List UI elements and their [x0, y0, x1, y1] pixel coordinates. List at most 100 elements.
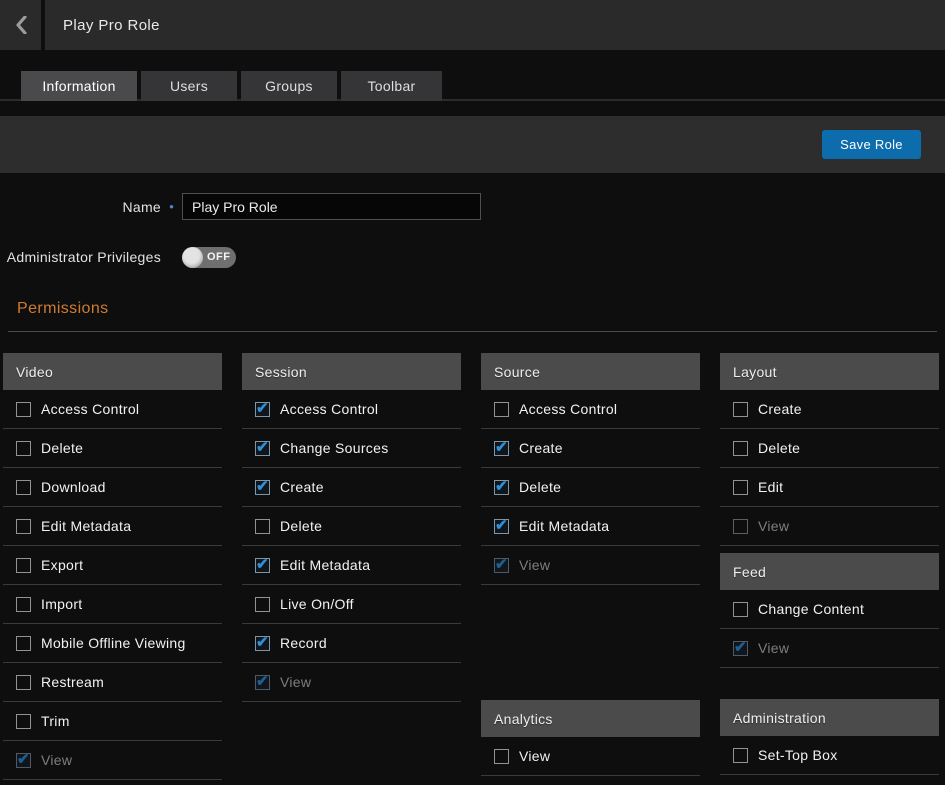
- checked-checkbox: [16, 753, 31, 768]
- checked-checkbox[interactable]: [494, 480, 509, 495]
- tab-users[interactable]: Users: [141, 71, 237, 101]
- unchecked-checkbox[interactable]: [16, 675, 31, 690]
- checked-checkbox[interactable]: [494, 441, 509, 456]
- permission-row: Edit Metadata: [242, 546, 461, 585]
- unchecked-checkbox[interactable]: [733, 748, 748, 763]
- permission-section-layout: LayoutCreateDeleteEditView: [720, 353, 939, 546]
- permission-section-header: Layout: [720, 353, 939, 390]
- permission-row: Access Control: [3, 390, 222, 429]
- unchecked-checkbox[interactable]: [494, 402, 509, 417]
- permission-label: Create: [280, 479, 324, 495]
- name-label: Name: [0, 199, 161, 215]
- permission-row: Edit Metadata: [3, 507, 222, 546]
- role-form: Name • Administrator Privileges OFF: [0, 193, 945, 268]
- permission-row: View: [720, 629, 939, 668]
- permission-label: Record: [280, 635, 327, 651]
- unchecked-checkbox[interactable]: [16, 558, 31, 573]
- permission-label: Restream: [41, 674, 104, 690]
- permission-row: View: [481, 546, 700, 585]
- unchecked-checkbox[interactable]: [16, 636, 31, 651]
- permission-section-header: Feed: [720, 553, 939, 590]
- permission-section-administration: AdministrationSet-Top Box: [720, 699, 939, 775]
- admin-privileges-label: Administrator Privileges: [0, 249, 161, 265]
- unchecked-checkbox[interactable]: [733, 602, 748, 617]
- admin-privileges-toggle[interactable]: OFF: [182, 247, 236, 268]
- permissions-column-session: Session Access Control Change Sources Creat…: [242, 353, 461, 702]
- tab-bar: Information Users Groups Toolbar: [0, 71, 945, 101]
- permissions-columns: Video Access Control Delete Download Edit Me…: [0, 353, 945, 780]
- permissions-column-video: Video Access Control Delete Download Edit Me…: [3, 353, 222, 780]
- permission-row: Create: [720, 390, 939, 429]
- permission-label: View: [41, 752, 72, 768]
- permission-label: Export: [41, 557, 83, 573]
- admin-privileges-row: Administrator Privileges OFF: [0, 246, 945, 268]
- permission-row: Change Content: [720, 590, 939, 629]
- name-input[interactable]: [182, 193, 481, 220]
- name-row: Name •: [0, 193, 945, 220]
- permission-row: Access Control: [242, 390, 461, 429]
- permission-row: Trim: [3, 702, 222, 741]
- permission-label: Create: [519, 440, 563, 456]
- permission-label: View: [519, 557, 550, 573]
- tab-groups[interactable]: Groups: [241, 71, 337, 101]
- chevron-left-icon: [15, 16, 27, 34]
- permission-label: Change Sources: [280, 440, 389, 456]
- checked-checkbox[interactable]: [494, 519, 509, 534]
- permission-label: Delete: [758, 440, 800, 456]
- action-toolbar: Save Role: [0, 116, 945, 173]
- permission-row: Edit Metadata: [481, 507, 700, 546]
- unchecked-checkbox[interactable]: [16, 597, 31, 612]
- permission-row: View: [720, 507, 939, 546]
- permission-label: Import: [41, 596, 82, 612]
- permission-row: View: [3, 741, 222, 780]
- permission-row: Record: [242, 624, 461, 663]
- permission-label: Mobile Offline Viewing: [41, 635, 186, 651]
- unchecked-checkbox[interactable]: [255, 597, 270, 612]
- checked-checkbox[interactable]: [255, 402, 270, 417]
- app-header: Play Pro Role: [0, 0, 945, 50]
- permission-label: View: [758, 640, 789, 656]
- permission-label: Delete: [41, 440, 83, 456]
- checked-checkbox: [494, 558, 509, 573]
- unchecked-checkbox[interactable]: [733, 480, 748, 495]
- save-role-button[interactable]: Save Role: [822, 130, 921, 159]
- permission-label: Trim: [41, 713, 70, 729]
- permission-section-source: SourceAccess ControlCreateDeleteEdit Met…: [481, 353, 700, 585]
- permission-row: Change Sources: [242, 429, 461, 468]
- unchecked-checkbox[interactable]: [494, 749, 509, 764]
- checked-checkbox[interactable]: [255, 441, 270, 456]
- unchecked-checkbox[interactable]: [16, 480, 31, 495]
- unchecked-checkbox[interactable]: [16, 402, 31, 417]
- unchecked-checkbox[interactable]: [16, 714, 31, 729]
- permission-label: Access Control: [280, 401, 378, 417]
- unchecked-checkbox[interactable]: [16, 441, 31, 456]
- permission-label: Edit Metadata: [519, 518, 609, 534]
- permission-row: Create: [242, 468, 461, 507]
- permission-row: Access Control: [481, 390, 700, 429]
- checked-checkbox[interactable]: [255, 480, 270, 495]
- permission-section-header: Video: [3, 353, 222, 390]
- checked-checkbox: [733, 641, 748, 656]
- unchecked-checkbox[interactable]: [16, 519, 31, 534]
- permission-section-feed: FeedChange Content View: [720, 553, 939, 668]
- checked-checkbox[interactable]: [255, 558, 270, 573]
- permission-label: Download: [41, 479, 106, 495]
- tab-toolbar[interactable]: Toolbar: [341, 71, 442, 101]
- permission-label: Access Control: [41, 401, 139, 417]
- checked-checkbox[interactable]: [255, 636, 270, 651]
- permission-row: Delete: [242, 507, 461, 546]
- permission-section-analytics: AnalyticsView: [481, 700, 700, 776]
- checked-checkbox: [255, 675, 270, 690]
- permission-row: Set-Top Box: [720, 736, 939, 775]
- back-button[interactable]: [0, 0, 45, 50]
- unchecked-checkbox: [733, 519, 748, 534]
- unchecked-checkbox[interactable]: [255, 519, 270, 534]
- permission-section-header: Session: [242, 353, 461, 390]
- unchecked-checkbox[interactable]: [733, 402, 748, 417]
- permission-label: View: [280, 674, 311, 690]
- tab-information[interactable]: Information: [21, 71, 137, 101]
- unchecked-checkbox[interactable]: [733, 441, 748, 456]
- permission-label: Delete: [519, 479, 561, 495]
- permission-row: Restream: [3, 663, 222, 702]
- permission-label: Access Control: [519, 401, 617, 417]
